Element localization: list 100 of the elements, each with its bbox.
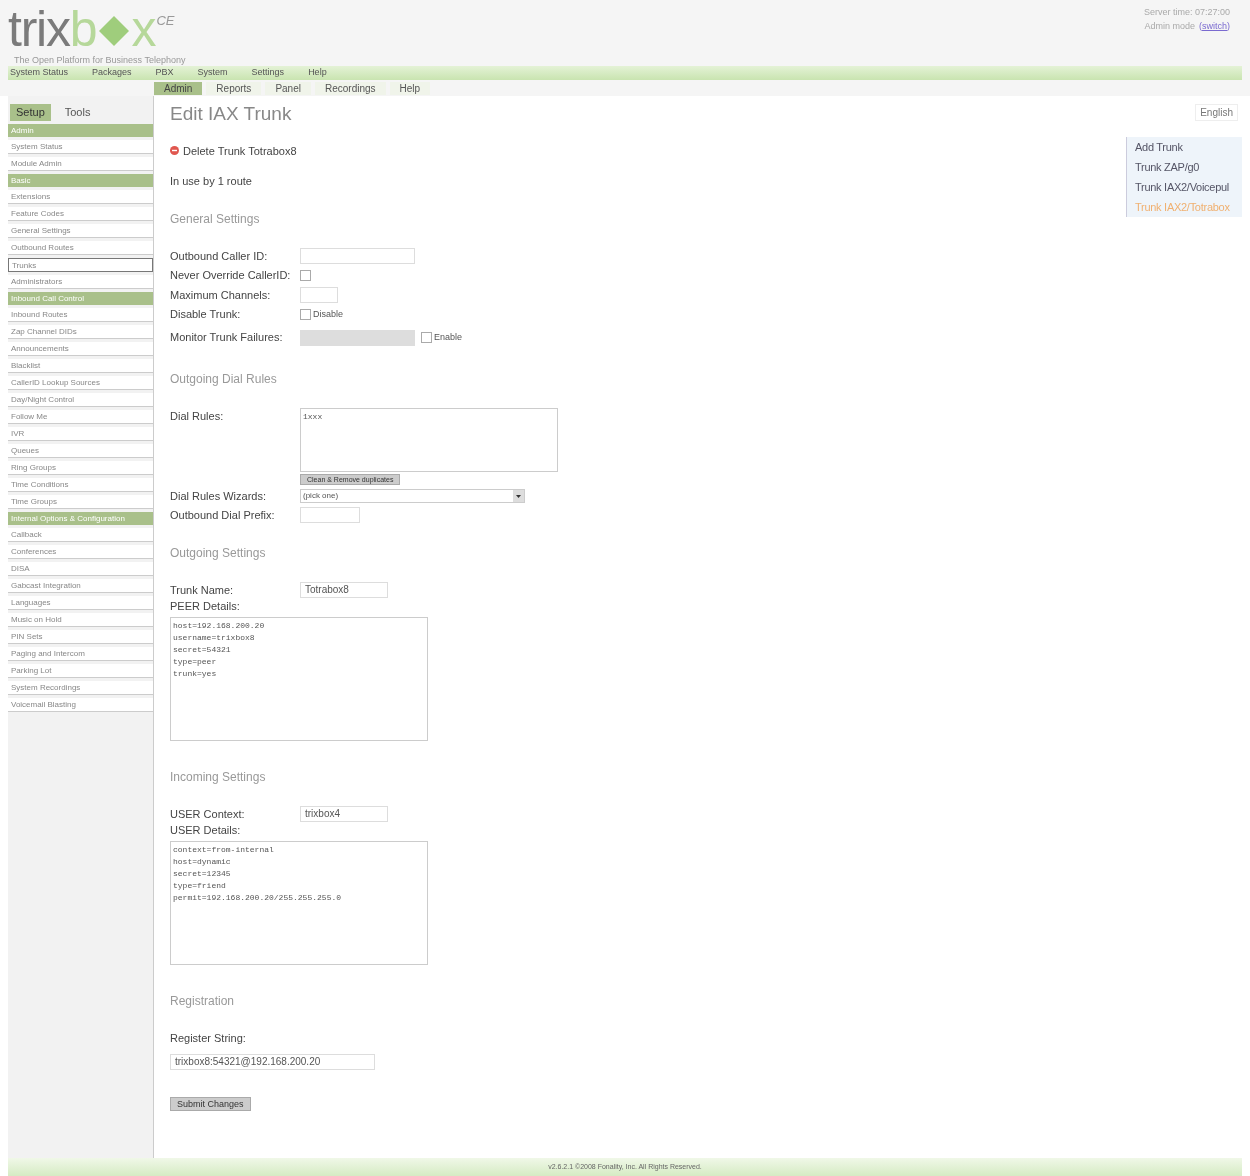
section-heading: Incoming Settings [170,768,267,786]
dial-wizard-select[interactable]: (pick one) [300,488,525,503]
checkbox[interactable] [421,331,432,343]
logo-text: b [69,4,98,54]
field-label: Trunk Name: [170,582,235,598]
field-label: Maximum Channels: [170,287,272,303]
sidebar-item[interactable]: CallerID Lookup Sources [8,375,153,390]
nav-link[interactable]: PBX [155,66,174,80]
switch-link[interactable]: (switch) [1199,19,1230,33]
sidebar-item[interactable]: IVR [8,426,153,441]
sidebar-item[interactable]: Voicemail Blasting [8,697,153,712]
sidebar-item[interactable]: Extensions [8,189,153,204]
field-label: Outbound Dial Prefix: [170,508,276,523]
nav-link[interactable]: Settings [251,66,285,80]
field-label: USER Details: [170,823,242,838]
section-heading: General Settings [170,210,261,228]
input-field[interactable]: trixbox8:54321@192.168.200.20 [170,1053,375,1070]
sidebar-item[interactable]: Music on Hold [8,612,153,627]
checkbox[interactable] [300,308,311,320]
sub-nav-tab[interactable]: Admin [154,81,203,95]
edition-label: CE [156,14,175,27]
field-label: Dial Rules Wizards: [170,488,267,504]
input-field[interactable]: trixbox4 [300,805,388,822]
section-heading: Outgoing Dial Rules [170,370,278,388]
sidebar-item[interactable]: Queues [8,443,153,458]
sidebar-item[interactable]: Inbound Routes [8,307,153,322]
sidebar-item[interactable]: Callback [8,527,153,542]
sidebar-tab[interactable]: Tools [58,104,97,121]
user-details-textarea[interactable]: context=from-internal host=dynamic secret=12345 type=friend permit=192.168.200.20/255.255.255.0 [170,840,428,965]
trunk-list-item[interactable]: Trunk IAX2/Voicepul [1127,177,1242,197]
sidebar-section-header: Internal Options & Configuration [8,511,153,525]
sidebar-item[interactable]: Time Groups [8,494,153,509]
diamond-icon [97,14,132,48]
field-label: Dial Rules: [170,408,225,424]
peer-details-textarea[interactable]: host=192.168.200.20 username=trixbox8 secret=54321 type=peer trunk=yes [170,616,428,741]
input-field[interactable] [300,247,415,264]
delete-icon [170,146,179,156]
field-label: PEER Details: [170,599,241,614]
sidebar-section-header: Inbound Call Control [8,291,153,305]
field-label: USER Context: [170,806,246,822]
sidebar-item[interactable]: Parking Lot [8,663,153,678]
input-field[interactable]: Totrabox8 [300,581,388,598]
checkbox-label: Enable [434,330,463,344]
dial-rules-textarea[interactable]: 1xxx [300,407,558,472]
field-label: Disable Trunk: [170,307,242,322]
nav-link[interactable]: System Status [10,66,69,80]
sidebar-item[interactable]: Administrators [8,274,153,289]
sub-nav-tab[interactable]: Help [389,81,431,95]
field-label: Monitor Trunk Failures: [170,330,284,346]
field-label: Outbound Caller ID: [170,248,269,264]
logo-text: x [131,4,157,54]
nav-link[interactable]: Help [308,66,327,80]
sidebar-item[interactable]: Announcements [8,341,153,356]
field-label: Never Override CallerID: [170,268,292,283]
field-label: Register String: [170,1030,247,1046]
checkbox-label: Disable [313,307,343,321]
sidebar-section-header: Basic [8,173,153,187]
trunk-list-item[interactable]: Add Trunk [1127,137,1242,157]
submit-button[interactable]: Submit Changes [170,1097,251,1111]
page-title: Edit IAX Trunk [170,102,293,126]
sidebar-item[interactable]: DISA [8,561,153,576]
sidebar-item[interactable]: Module Admin [8,156,153,171]
trunk-list-item[interactable]: Trunk ZAP/g0 [1127,157,1242,177]
sidebar-item[interactable]: Gabcast Integration [8,578,153,593]
sidebar-item[interactable]: Paging and Intercom [8,646,153,661]
input-field[interactable] [300,286,338,303]
sidebar-item[interactable]: Time Conditions [8,477,153,492]
sidebar-item[interactable]: Trunks [8,257,153,272]
section-heading: Outgoing Settings [170,544,267,562]
usage-note: In use by 1 route [170,174,253,189]
sidebar-item[interactable]: System Recordings [8,680,153,695]
language-select[interactable]: English [1195,104,1238,121]
mode-label: Admin mode [1144,19,1195,33]
delete-trunk-link[interactable]: Delete Trunk Totrabox8 [183,142,297,159]
tagline: The Open Platform for Business Telephony [14,54,186,67]
sidebar-item[interactable]: Conferences [8,544,153,559]
sidebar-item[interactable]: Languages [8,595,153,610]
sub-nav-tab[interactable]: Panel [265,81,311,95]
checkbox[interactable] [300,269,311,281]
sidebar-item[interactable]: System Status [8,139,153,154]
nav-link[interactable]: System [197,66,228,80]
sidebar-item[interactable]: General Settings [8,223,153,238]
sub-nav-tab[interactable]: Recordings [314,81,386,95]
nav-link[interactable]: Packages [92,66,132,80]
sidebar-item[interactable]: Blacklist [8,358,153,373]
logo-text: trix [8,4,70,54]
sidebar-item[interactable]: Zap Channel DIDs [8,324,153,339]
sidebar-section-header: Admin [8,123,153,137]
sidebar-item[interactable]: Outbound Routes [8,240,153,255]
sidebar-item[interactable]: Feature Codes [8,206,153,221]
sidebar-item[interactable]: Ring Groups [8,460,153,475]
sub-nav-tab[interactable]: Reports [206,81,262,95]
input-field[interactable] [300,507,360,524]
sidebar-tab[interactable]: Setup [10,104,51,121]
sidebar-item[interactable]: PIN Sets [8,629,153,644]
server-time: Server time: 07:27:00 [1143,6,1230,19]
sidebar-item[interactable]: Follow Me [8,409,153,424]
sidebar-item[interactable]: Day/Night Control [8,392,153,407]
input-field[interactable] [300,329,415,346]
section-heading: Registration [170,992,236,1010]
